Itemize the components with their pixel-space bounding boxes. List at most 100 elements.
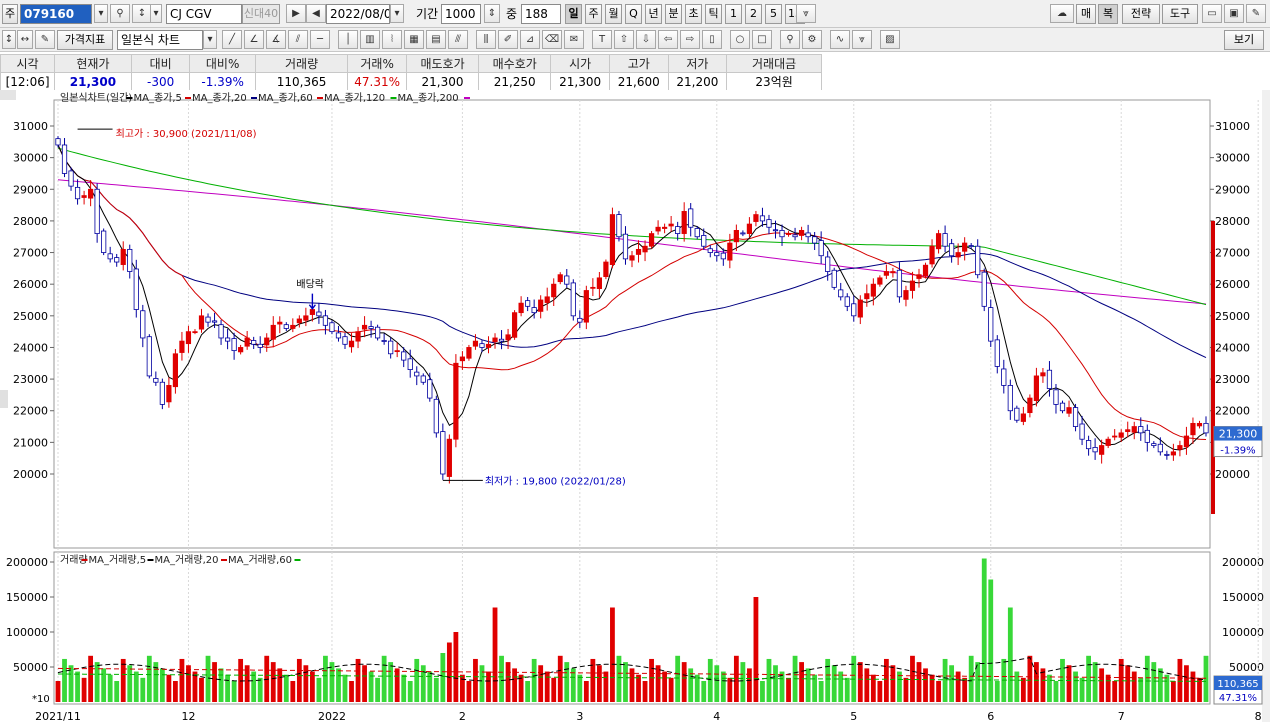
search-icon[interactable]: ⚲ [110,4,130,23]
candle-body [388,340,394,355]
cycle-icon[interactable]: ⦚ [382,30,402,49]
page-icon[interactable]: ▯ [702,30,722,49]
buy-sell-button[interactable]: 매 [1076,4,1096,24]
parallel-icon[interactable]: ⫼ [476,30,496,49]
calendar-dropdown-icon[interactable]: ▾ [390,4,404,23]
play-next-icon[interactable]: ▶ [286,4,306,23]
chevron-down-icon[interactable]: ▾ [94,4,108,23]
pencil-icon[interactable]: ✐ [498,30,518,49]
note-icon[interactable]: ✉ [564,30,584,49]
channel-icon[interactable]: ⫻ [448,30,468,49]
angle-icon[interactable]: ∠ [244,30,264,49]
candle-body [1059,402,1066,412]
quote-header: 거래대금 [726,54,822,73]
x-axis-label: 6 [987,710,994,722]
fan-icon[interactable]: ⫽ [288,30,308,49]
grid-icon[interactable]: ▥ [360,30,380,49]
restore-button[interactable]: 복 [1098,4,1118,24]
wrench-icon[interactable]: ✎ [1246,4,1266,23]
timeframe-button[interactable]: 5 [765,4,782,24]
timeframe-button[interactable]: 2 [745,4,762,24]
line-icon[interactable]: ╱ [222,30,242,49]
arrow-left-icon[interactable]: ⇦ [658,30,678,49]
chevron-down-icon[interactable]: ▾ [150,4,162,23]
candle-body [453,362,459,440]
mode-button[interactable]: 주 [2,4,18,24]
compare-icon[interactable]: ⩔ [852,30,872,49]
chart-type-select[interactable]: 일본식 차트 [117,30,203,50]
arrow-left-right-icon[interactable]: ↔ [17,30,33,49]
quote-value: -300 [130,72,191,91]
bars-icon[interactable]: ▦ [404,30,424,49]
candle-body [688,208,694,228]
volume-bar [1020,677,1026,702]
x-axis-label: 4 [713,710,720,722]
overlap-input[interactable]: 188 [521,4,561,24]
volume-bar [407,681,413,702]
x-axis-label: 2021/11 [35,710,81,722]
candle-body [851,303,857,317]
tools-button[interactable]: 도구 [1162,4,1198,24]
zoom-icon[interactable]: ⚲ [780,30,800,49]
spin-icon[interactable]: ⇕ [484,4,500,23]
volume-bar [225,674,230,702]
indicator-button[interactable]: 가격지표 [57,30,113,50]
image-icon[interactable]: ▨ [880,30,900,49]
cloud-icon[interactable]: ☁ [1050,4,1074,23]
timeframe-button[interactable]: 초 [685,4,702,24]
period-input[interactable]: 1000 [441,4,481,24]
candle-body [544,296,550,303]
fib-icon[interactable]: ▤ [426,30,446,49]
view-button[interactable]: 보기 [1224,30,1264,50]
volume-bar [1177,658,1183,702]
sort-icon[interactable]: ↕ [132,4,152,23]
candle-body [1177,445,1183,450]
candle-body [772,229,779,232]
timeframe-button[interactable]: 월 [605,4,622,24]
stock-name-field: CJ CGV [166,4,242,24]
timeframe-button[interactable]: 틱 [705,4,722,24]
price-legend-swatch [390,97,397,99]
settings-icon[interactable]: ⚙ [802,30,822,49]
wave-icon[interactable]: ⩔ [796,4,816,23]
volume-bar [420,665,426,702]
eraser-icon[interactable]: ⌫ [542,30,562,49]
circle-icon[interactable]: ○ [730,30,750,49]
vertical-line-icon[interactable]: │ [338,30,358,49]
rect-icon[interactable]: □ [752,30,772,49]
gann-icon[interactable]: ⊿ [520,30,540,49]
timeframe-button[interactable]: 분 [665,4,682,24]
candle-body [1203,422,1209,434]
angle2-icon[interactable]: ∡ [266,30,286,49]
timeframe-button[interactable]: 일 [565,4,582,24]
folder-icon[interactable]: ▭ [1202,4,1222,23]
timeframe-button[interactable]: 주 [585,4,602,24]
candle-body [557,274,563,283]
arrow-right-icon[interactable]: ⇨ [680,30,700,49]
timeframe-button[interactable]: 1 [725,4,742,24]
price-legend-swatch [251,97,257,99]
arrow-up-down-icon[interactable]: ↕ [2,30,16,49]
candlestick-chart[interactable]: 2000020000210002100022000220002300023000… [0,90,1270,722]
chevron-down-icon[interactable]: ▾ [203,30,217,49]
arrow-down-icon[interactable]: ⇩ [636,30,656,49]
strategy-button[interactable]: 전략 [1122,4,1160,24]
timeframe-button[interactable]: 년 [645,4,662,24]
wave-icon[interactable]: ∿ [830,30,850,49]
current-volume-pct-label: 47.31% [1219,693,1257,704]
timeframe-button[interactable]: Q [625,4,642,24]
candle-body [1007,385,1013,412]
date-input[interactable]: 2022/08/09 [326,4,390,24]
stock-code-input[interactable]: 079160 [20,4,92,24]
arrow-up-icon[interactable]: ⇧ [614,30,634,49]
volume-bar [394,668,400,702]
text-icon[interactable]: T [592,30,612,49]
volume-bar [433,677,439,702]
save-icon[interactable]: ▣ [1224,4,1244,23]
edit-icon[interactable]: ✎ [35,30,55,49]
play-prev-icon[interactable]: ◀ [306,4,326,23]
candle-body [88,188,94,199]
price-tick-label-right: 30000 [1215,152,1250,165]
volume-bar [577,674,583,702]
horizontal-line-icon[interactable]: ─ [310,30,330,49]
